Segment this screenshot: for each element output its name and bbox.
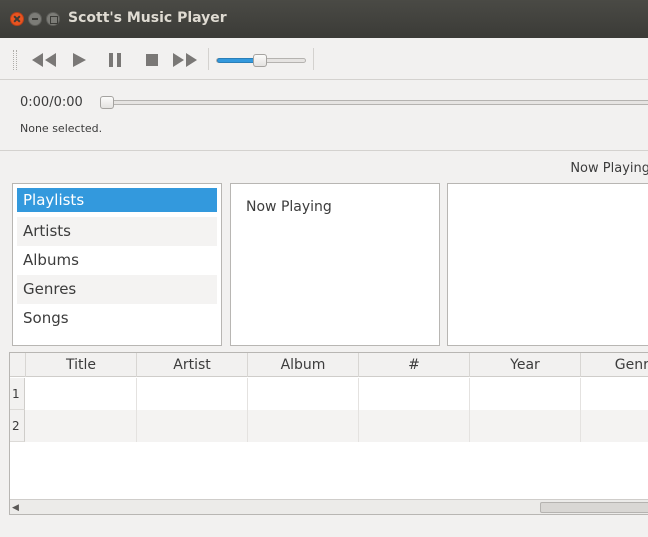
- horizontal-scrollbar[interactable]: ◀: [10, 499, 648, 514]
- row-number[interactable]: 1: [10, 378, 25, 410]
- column-header-number[interactable]: #: [358, 353, 469, 377]
- table-cell: [580, 410, 581, 442]
- browse-item-artists[interactable]: Artists: [17, 217, 217, 246]
- table-cell: [247, 378, 248, 410]
- toolbar-grip[interactable]: [13, 50, 17, 70]
- next-icon: [173, 53, 197, 67]
- playlist-item-now-playing[interactable]: Now Playing: [246, 199, 332, 215]
- browse-item-playlists[interactable]: Playlists: [17, 188, 217, 212]
- volume-slider[interactable]: [216, 54, 306, 67]
- browse-item-albums[interactable]: Albums: [17, 246, 217, 275]
- pause-button[interactable]: [102, 48, 128, 72]
- toolbar: [0, 38, 648, 80]
- table-header: Title Artist Album # Year Genre: [10, 353, 648, 377]
- now-playing-header: Now Playing: [570, 161, 648, 176]
- table-cell: [580, 378, 581, 410]
- status-text: None selected.: [20, 122, 103, 135]
- scroll-left-icon[interactable]: ◀: [12, 503, 19, 513]
- title-bar: Scott's Music Player: [0, 0, 648, 38]
- table-row[interactable]: [25, 378, 648, 410]
- table-cell: [136, 410, 137, 442]
- browse-item-songs[interactable]: Songs: [17, 304, 217, 333]
- table-cell: [358, 410, 359, 442]
- row-number[interactable]: 2: [10, 410, 25, 442]
- play-icon: [73, 53, 86, 67]
- track-table[interactable]: Title Artist Album # Year Genre 1 2 ◀: [9, 352, 648, 515]
- playlist-list[interactable]: Now Playing: [230, 183, 440, 346]
- detail-list[interactable]: [447, 183, 648, 346]
- browse-list[interactable]: Playlists Artists Albums Genres Songs: [12, 183, 222, 346]
- pause-icon: [109, 53, 121, 67]
- column-header-year[interactable]: Year: [469, 353, 580, 377]
- seek-handle[interactable]: [100, 96, 114, 109]
- window-title: Scott's Music Player: [68, 10, 227, 26]
- table-cell: [247, 410, 248, 442]
- stop-button[interactable]: [140, 48, 164, 72]
- table-row[interactable]: [25, 410, 648, 442]
- maximize-window-icon[interactable]: [46, 12, 60, 26]
- seek-slider[interactable]: [106, 100, 648, 105]
- column-header-artist[interactable]: Artist: [136, 353, 247, 377]
- table-cell: [469, 378, 470, 410]
- column-header-genre[interactable]: Genre: [580, 353, 648, 377]
- table-cell: [136, 378, 137, 410]
- previous-button[interactable]: [28, 48, 60, 72]
- column-header-title[interactable]: Title: [25, 353, 136, 377]
- browse-item-genres[interactable]: Genres: [17, 275, 217, 304]
- table-cell: [469, 410, 470, 442]
- toolbar-separator: [208, 48, 209, 70]
- close-window-icon[interactable]: [10, 12, 24, 26]
- minimize-window-icon[interactable]: [28, 12, 42, 26]
- scrollbar-thumb[interactable]: [540, 502, 648, 513]
- column-header-album[interactable]: Album: [247, 353, 358, 377]
- time-display: 0:00/0:00: [20, 95, 83, 110]
- next-button[interactable]: [168, 48, 202, 72]
- table-cell: [358, 378, 359, 410]
- previous-icon: [32, 53, 56, 67]
- play-button[interactable]: [66, 48, 92, 72]
- divider: [0, 150, 648, 151]
- toolbar-separator: [313, 48, 314, 70]
- stop-icon: [146, 54, 158, 66]
- volume-handle[interactable]: [253, 54, 268, 67]
